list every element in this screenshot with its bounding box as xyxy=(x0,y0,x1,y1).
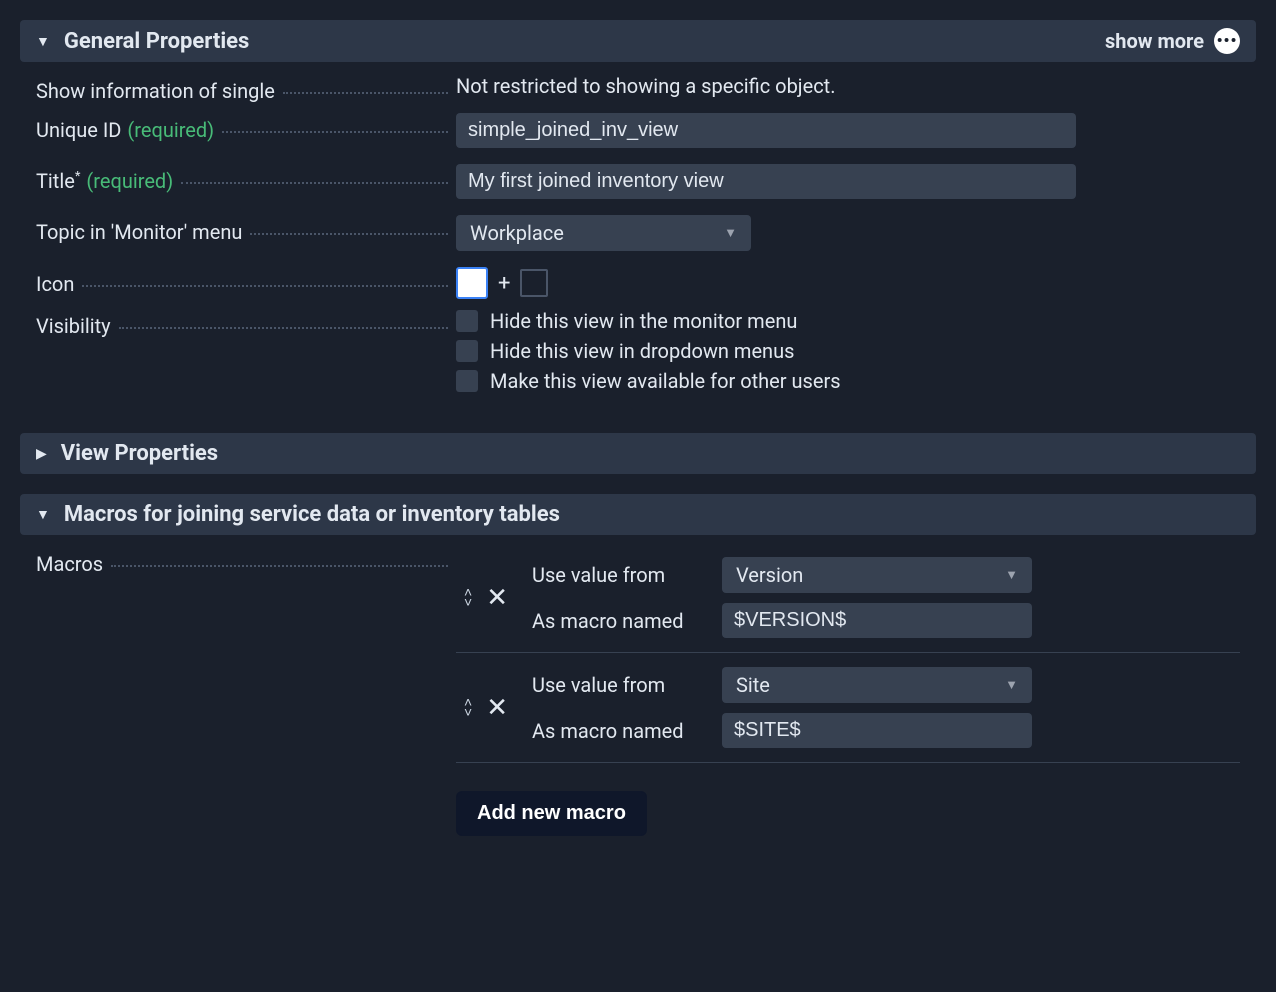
leader-dots xyxy=(82,267,448,287)
delete-macro-button[interactable]: ✕ xyxy=(486,693,508,723)
general-properties-body: Show information of single Not restricte… xyxy=(20,70,1256,433)
use-value-from-label: Use value from xyxy=(532,563,722,587)
title-input[interactable] xyxy=(456,164,1076,199)
chevron-down-icon: ˅ xyxy=(464,708,472,718)
visibility-label: Visibility xyxy=(36,314,111,338)
more-menu-button[interactable]: ••• xyxy=(1214,28,1240,54)
chevron-down-icon: ˅ xyxy=(464,598,472,608)
macro-source-value: Site xyxy=(736,673,770,697)
section-header-general[interactable]: ▼ General Properties show more ••• xyxy=(20,20,1256,62)
leader-dots xyxy=(111,547,448,567)
topic-select-value: Workplace xyxy=(470,221,564,245)
section-title: Macros for joining service data or inven… xyxy=(64,502,1240,527)
chevron-down-icon: ▼ xyxy=(1005,567,1018,583)
icon-add-slot[interactable] xyxy=(520,269,548,297)
required-tag: (required) xyxy=(127,118,214,142)
macros-label: Macros xyxy=(36,552,103,576)
collapse-icon: ▼ xyxy=(36,33,50,50)
macro-name-input[interactable] xyxy=(722,713,1032,748)
required-tag: (required) xyxy=(86,169,173,193)
hide-monitor-checkbox[interactable] xyxy=(456,310,478,332)
expand-icon: ▶ xyxy=(36,446,47,462)
add-macro-button[interactable]: Add new macro xyxy=(456,791,647,836)
hide-monitor-label: Hide this view in the monitor menu xyxy=(490,309,797,333)
use-value-from-label: Use value from xyxy=(532,673,722,697)
section-header-macros[interactable]: ▼ Macros for joining service data or inv… xyxy=(20,494,1256,535)
macro-source-select[interactable]: Version ▼ xyxy=(722,557,1032,593)
chevron-down-icon: ▼ xyxy=(1005,677,1018,693)
title-label: Title* xyxy=(36,169,80,193)
as-macro-named-label: As macro named xyxy=(532,719,722,743)
unique-id-input[interactable] xyxy=(456,113,1076,148)
section-title: General Properties xyxy=(64,29,1105,54)
as-macro-named-label: As macro named xyxy=(532,609,722,633)
plus-icon: + xyxy=(498,271,510,296)
hide-dropdown-label: Hide this view in dropdown menus xyxy=(490,339,794,363)
macro-name-input[interactable] xyxy=(722,603,1032,638)
unique-id-label: Unique ID xyxy=(36,118,121,142)
leader-dots xyxy=(222,113,448,133)
available-others-checkbox[interactable] xyxy=(456,370,478,392)
leader-dots xyxy=(181,164,448,184)
chevron-down-icon: ▼ xyxy=(724,225,737,241)
section-title: View Properties xyxy=(61,441,1240,466)
leader-dots xyxy=(283,74,448,94)
show-more-label[interactable]: show more xyxy=(1105,29,1204,53)
delete-macro-button[interactable]: ✕ xyxy=(486,583,508,613)
macro-item: ˄˅ ✕ Use value from Site ▼ As macro name… xyxy=(456,657,1240,763)
available-others-label: Make this view available for other users xyxy=(490,369,841,393)
reorder-handle[interactable]: ˄˅ xyxy=(464,698,472,718)
topic-select[interactable]: Workplace ▼ xyxy=(456,215,751,251)
macros-body: Macros ˄˅ ✕ Use value from Version ▼ xyxy=(20,543,1256,870)
icon-label: Icon xyxy=(36,272,74,296)
ellipsis-icon: ••• xyxy=(1217,33,1238,49)
reorder-handle[interactable]: ˄˅ xyxy=(464,588,472,608)
icon-picker-box[interactable] xyxy=(456,267,488,299)
section-header-view-properties[interactable]: ▶ View Properties xyxy=(20,433,1256,474)
show-info-value: Not restricted to showing a specific obj… xyxy=(456,74,835,98)
macro-source-value: Version xyxy=(736,563,803,587)
hide-dropdown-checkbox[interactable] xyxy=(456,340,478,362)
collapse-icon: ▼ xyxy=(36,506,50,523)
show-info-label: Show information of single xyxy=(36,79,275,103)
topic-label: Topic in 'Monitor' menu xyxy=(36,220,242,244)
leader-dots xyxy=(250,215,448,235)
leader-dots xyxy=(119,309,448,329)
macro-item: ˄˅ ✕ Use value from Version ▼ As macro n… xyxy=(456,547,1240,653)
macro-source-select[interactable]: Site ▼ xyxy=(722,667,1032,703)
